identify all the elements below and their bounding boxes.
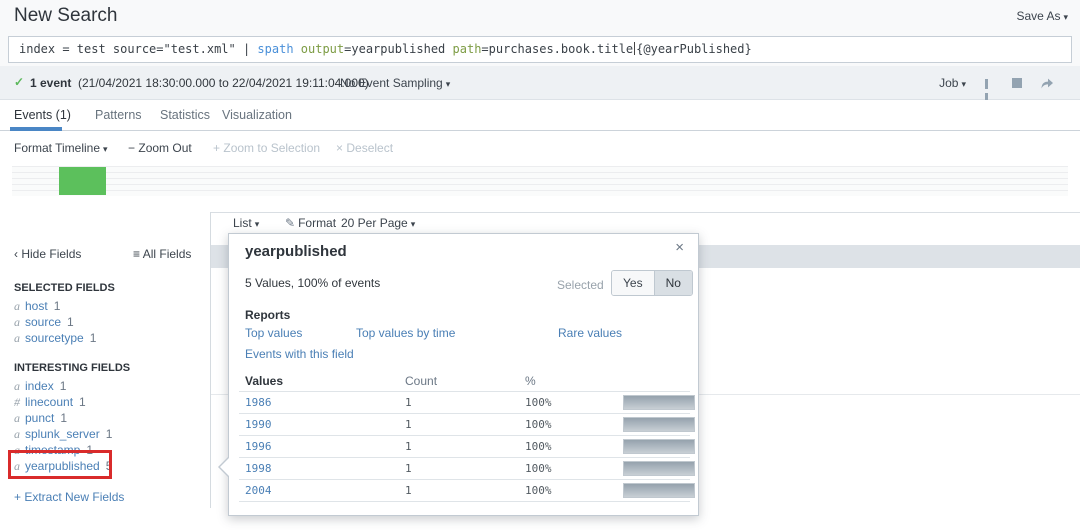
- percent-bar: [623, 417, 695, 432]
- value-link[interactable]: 1990: [245, 418, 272, 431]
- value-link[interactable]: 1998: [245, 462, 272, 475]
- caret-down-icon: ▾: [255, 219, 260, 229]
- list-view-dropdown[interactable]: List▾: [233, 216, 259, 230]
- active-tab-underline: [10, 127, 62, 131]
- chevron-left-icon: ‹: [14, 247, 18, 261]
- selected-no-button[interactable]: No: [654, 271, 692, 295]
- field-index[interactable]: aindex1: [14, 379, 66, 394]
- timeline-event-bar[interactable]: [59, 167, 106, 195]
- tab-visualization[interactable]: Visualization: [222, 108, 292, 122]
- pencil-icon: ✎: [285, 216, 295, 230]
- tab-statistics[interactable]: Statistics: [160, 108, 210, 122]
- results-tabs: Events (1) Patterns Statistics Visualiza…: [0, 100, 1080, 131]
- tab-patterns[interactable]: Patterns: [95, 108, 142, 122]
- event-sampling-dropdown[interactable]: No Event Sampling▾: [340, 76, 450, 90]
- field-linecount[interactable]: #linecount1: [14, 395, 86, 410]
- sidebar-divider: [210, 212, 211, 508]
- save-as-button[interactable]: Save As▾: [1016, 9, 1068, 23]
- job-dropdown[interactable]: Job▾: [939, 76, 966, 90]
- caret-down-icon: ▾: [411, 219, 416, 229]
- timeline-controls: Format Timeline▾ − Zoom Out + Zoom to Se…: [0, 141, 1080, 159]
- results-toolbar: List▾ ✎Format 20 Per Page▾: [0, 216, 1080, 234]
- top-values-link[interactable]: Top values: [245, 326, 302, 340]
- query-command: spath: [257, 42, 293, 56]
- selected-yes-button[interactable]: Yes: [612, 271, 654, 295]
- event-count: 1 event: [30, 76, 71, 90]
- zoom-out-button[interactable]: − Zoom Out: [128, 141, 192, 155]
- percent-bar: [623, 439, 695, 454]
- pause-icon[interactable]: [985, 78, 994, 88]
- hide-fields-button[interactable]: ‹ Hide Fields: [14, 247, 81, 261]
- format-button[interactable]: ✎Format: [285, 216, 336, 230]
- field-punct[interactable]: apunct1: [14, 411, 67, 426]
- plus-icon: +: [213, 141, 220, 155]
- stop-icon[interactable]: [1012, 78, 1022, 88]
- caret-down-icon: ▾: [446, 79, 451, 89]
- check-icon: ✓: [14, 75, 24, 89]
- percent-column-header: %: [525, 374, 536, 388]
- field-yearpublished[interactable]: ayearpublished5: [14, 459, 112, 474]
- rare-values-link[interactable]: Rare values: [558, 326, 622, 340]
- value-link[interactable]: 1986: [245, 396, 272, 409]
- values-column-header: Values: [245, 374, 283, 388]
- field-timestamp[interactable]: atimestamp1: [14, 443, 93, 458]
- deselect-button[interactable]: × Deselect: [336, 141, 393, 155]
- job-status-band: ✓ 1 event (21/04/2021 18:30:00.000 to 22…: [0, 66, 1080, 100]
- splunk-search-app: New Search Save As▾ index = test source=…: [0, 0, 1080, 530]
- page-title: New Search: [14, 5, 118, 27]
- query-arg-output: output: [301, 42, 344, 56]
- caret-down-icon: ▾: [1063, 12, 1068, 22]
- top-values-by-time-link[interactable]: Top values by time: [356, 326, 455, 340]
- value-row-1998: 1998 1 100%: [229, 458, 700, 479]
- field-host[interactable]: ahost1: [14, 299, 60, 314]
- close-icon[interactable]: ×: [675, 239, 684, 256]
- field-sourcetype[interactable]: asourcetype1: [14, 331, 96, 346]
- x-icon: ×: [336, 141, 343, 155]
- value-link[interactable]: 1996: [245, 440, 272, 453]
- value-row-1986: 1986 1 100%: [229, 392, 700, 413]
- value-link[interactable]: 2004: [245, 484, 272, 497]
- tab-events[interactable]: Events (1): [14, 108, 71, 122]
- popup-summary: 5 Values, 100% of events: [245, 276, 380, 290]
- interesting-fields-header: INTERESTING FIELDS: [14, 362, 130, 374]
- query-arg-path: path: [453, 42, 482, 56]
- field-summary-popup: yearpublished × 5 Values, 100% of events…: [228, 233, 699, 516]
- caret-down-icon: ▾: [961, 79, 966, 89]
- reports-header: Reports: [245, 308, 290, 322]
- percent-bar: [623, 461, 695, 476]
- extract-new-fields-link[interactable]: + Extract New Fields: [14, 490, 124, 504]
- events-with-field-link[interactable]: Events with this field: [245, 347, 354, 361]
- zoom-to-selection-button[interactable]: + Zoom to Selection: [213, 141, 320, 155]
- value-row-1996: 1996 1 100%: [229, 436, 700, 457]
- event-timeline-chart[interactable]: [12, 166, 1068, 196]
- field-splunk-server[interactable]: asplunk_server1: [14, 427, 112, 442]
- selected-toggle: Yes No: [611, 270, 693, 296]
- count-column-header: Count: [405, 374, 437, 388]
- query-arg2-value: =purchases.book.title: [481, 42, 633, 56]
- percent-bar: [623, 483, 695, 498]
- query-suffix: {@yearPublished}: [636, 42, 752, 56]
- minus-icon: −: [128, 141, 135, 155]
- field-source[interactable]: asource1: [14, 315, 74, 330]
- event-time-range: (21/04/2021 18:30:00.000 to 22/04/2021 1…: [78, 76, 369, 90]
- text-cursor: [634, 42, 635, 55]
- percent-bar: [623, 395, 695, 410]
- caret-down-icon: ▾: [103, 144, 108, 154]
- selected-label: Selected: [557, 278, 604, 292]
- per-page-dropdown[interactable]: 20 Per Page▾: [341, 216, 415, 230]
- popup-title: yearpublished: [245, 243, 347, 260]
- query-arg1-value: =yearpublished: [344, 42, 452, 56]
- value-row-1990: 1990 1 100%: [229, 414, 700, 435]
- query-prefix: index = test source="test.xml" |: [19, 42, 257, 56]
- search-query-input[interactable]: index = test source="test.xml" | spath o…: [8, 36, 1072, 63]
- all-fields-button[interactable]: ≡ All Fields: [133, 247, 191, 261]
- value-row-2004: 2004 1 100%: [229, 480, 700, 501]
- list-menu-icon: ≡: [133, 247, 140, 261]
- format-timeline-dropdown[interactable]: Format Timeline▾: [14, 141, 108, 155]
- share-icon[interactable]: [1040, 77, 1054, 93]
- results-panel-divider: [211, 212, 1080, 213]
- selected-fields-header: SELECTED FIELDS: [14, 282, 115, 294]
